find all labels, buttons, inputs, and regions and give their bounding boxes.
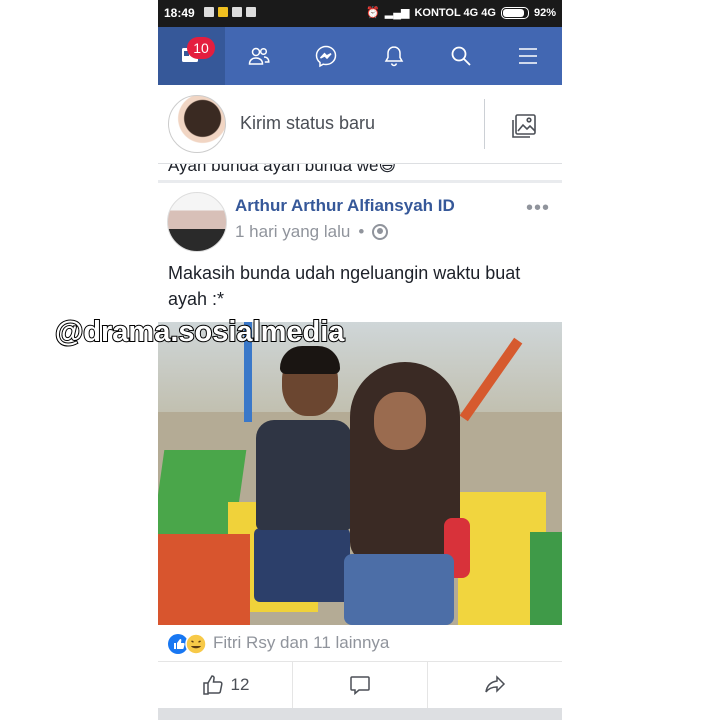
friends-icon — [248, 47, 270, 65]
status-bar: 18:49 ⏰ ▂▄▆ KONTOL 4G 4G 92% — [158, 0, 562, 27]
notification-icons — [204, 7, 256, 17]
phone-screen: 18:49 ⏰ ▂▄▆ KONTOL 4G 4G 92% 10 Kirim st… — [158, 0, 562, 720]
menu-icon — [519, 48, 538, 64]
post-photo[interactable] — [158, 322, 562, 625]
thumbs-up-icon — [202, 675, 223, 695]
tab-news-feed[interactable]: 10 — [158, 27, 226, 85]
gallery-icon — [204, 7, 214, 17]
photo-boy-legs — [254, 528, 350, 602]
feed-post: Arthur Arthur Alfiansyah ID 1 hari yang … — [158, 183, 562, 720]
photo-girl-face — [374, 392, 426, 450]
more-options-icon[interactable]: ••• — [526, 197, 550, 220]
notification-badge: 10 — [187, 37, 215, 59]
messenger-icon — [316, 45, 337, 68]
composer-divider — [484, 99, 485, 149]
message-icon — [218, 7, 228, 17]
photo-boy-shirt — [256, 420, 352, 530]
tab-menu[interactable] — [495, 27, 562, 85]
share-icon — [485, 675, 506, 693]
comment-icon — [350, 676, 370, 696]
status-right: ⏰ ▂▄▆ KONTOL 4G 4G 92% — [366, 6, 556, 19]
carrier-label: KONTOL 4G 4G — [414, 6, 496, 19]
feed-bottom-strip — [158, 708, 562, 720]
tab-friends[interactable] — [225, 27, 292, 85]
like-button[interactable]: 12 — [158, 662, 293, 708]
bell-icon — [384, 46, 403, 67]
post-text: Makasih bunda udah ngeluangin waktu buat… — [168, 263, 521, 309]
app-notification-icon — [246, 7, 256, 17]
battery-icon — [500, 6, 529, 19]
like-count: 12 — [230, 675, 250, 694]
reactions-text: Fitri Rsy dan 11 lainnya — [213, 633, 390, 652]
reaction-icons — [168, 633, 207, 655]
alarm-icon: ⏰ — [366, 7, 380, 19]
post-time[interactable]: 1 hari yang lalu — [235, 222, 350, 242]
search-icon — [451, 46, 471, 66]
previous-post-cutoff: Ayah bunda ayah bunda we😄 — [158, 164, 562, 180]
meta-separator: • — [358, 222, 365, 241]
facebook-notification-icon — [232, 7, 242, 17]
photo-green-seat-right — [530, 532, 562, 625]
post-author[interactable]: Arthur Arthur Alfiansyah ID — [235, 196, 455, 216]
post-actions: 12 — [158, 662, 562, 708]
post-meta: 1 hari yang lalu • — [235, 222, 389, 242]
comment-button[interactable] — [293, 662, 428, 708]
watermark-text: @drama.sosialmedia — [54, 315, 345, 349]
previous-post-text: Ayah bunda ayah bunda we😄 — [168, 164, 397, 175]
battery-percent: 92% — [533, 6, 556, 19]
photo-girl-jeans — [344, 554, 454, 625]
signal-icon: ▂▄▆ — [384, 7, 410, 19]
photo-red-seat — [158, 534, 250, 625]
user-avatar — [168, 95, 226, 153]
tab-search[interactable] — [427, 27, 494, 85]
author-avatar[interactable] — [167, 192, 227, 252]
top-navigation-bar: 10 — [158, 27, 562, 85]
share-button[interactable] — [428, 662, 562, 708]
tab-messenger[interactable] — [293, 27, 360, 85]
photo-boy-hair — [280, 346, 340, 374]
tab-notifications[interactable] — [360, 27, 427, 85]
composer-prompt[interactable]: Kirim status baru — [240, 113, 375, 134]
status-composer[interactable]: Kirim status baru — [158, 85, 562, 164]
globe-icon — [372, 224, 389, 240]
reactions-summary[interactable]: Fitri Rsy dan 11 lainnya — [158, 625, 562, 662]
status-time: 18:49 — [164, 6, 195, 20]
photo-icon[interactable] — [510, 112, 538, 140]
photo-slide — [459, 337, 523, 422]
